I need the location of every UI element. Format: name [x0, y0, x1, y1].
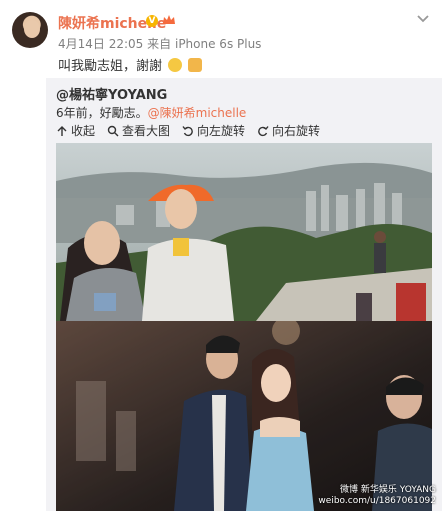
rotate-left-label: 向左旋转 [197, 124, 246, 138]
couple-photo[interactable] [56, 321, 432, 511]
image-actions: 收起 查看大图 向左旋转 向右旋转 [56, 122, 320, 139]
collapse-icon [57, 125, 67, 136]
repost-text: 6年前，好勵志。@陳妍希michelle [56, 104, 246, 121]
post-text-body: 叫我勵志姐，謝謝 [58, 59, 163, 74]
view-large-button[interactable]: 查看大图 [107, 122, 170, 139]
post-source: iPhone 6s Plus [174, 37, 262, 51]
magnifier-icon [107, 125, 119, 136]
repost-author[interactable]: @楊祐寧YOYANG [56, 84, 167, 103]
chevron-down-icon[interactable] [416, 14, 430, 24]
repost-mention[interactable]: @陳妍希michelle [148, 106, 247, 120]
collapse-label: 收起 [71, 124, 96, 138]
weibo-post: 陳妍希michelle V 4月14日 22:05 来自 iPhone 6s P… [0, 0, 442, 511]
watermark-line1: 微博 新华娱乐 YOYANG [340, 485, 436, 495]
rotate-right-label: 向右旋转 [272, 124, 321, 138]
watermark: 微博 新华娱乐 YOYANG weibo.com/u/1867061092 [318, 485, 436, 507]
post-meta: 4月14日 22:05 来自 iPhone 6s Plus [58, 35, 261, 52]
rotate-right-button[interactable]: 向右旋转 [257, 122, 320, 139]
rotate-right-icon [258, 125, 269, 136]
repost-box: @楊祐寧YOYANG 6年前，好勵志。@陳妍希michelle 收起 查看大图 … [46, 78, 442, 511]
view-large-label: 查看大图 [122, 124, 171, 138]
repost-text-body: 6年前，好勵志。 [56, 106, 148, 120]
post-date[interactable]: 4月14日 22:05 [58, 37, 143, 51]
verified-icon: V [146, 15, 158, 27]
post-text: 叫我勵志姐，謝謝 [58, 55, 203, 74]
post-via: 来自 [147, 37, 172, 51]
crown-icon [163, 15, 175, 24]
collapse-button[interactable]: 收起 [56, 122, 95, 139]
rotate-left-icon [182, 125, 193, 136]
avatar[interactable] [12, 12, 48, 48]
rotate-left-button[interactable]: 向左旋转 [182, 122, 245, 139]
smile-emoji-icon [168, 58, 183, 72]
watermark-line2: weibo.com/u/1867061092 [318, 496, 436, 506]
hands-emoji-icon [188, 58, 203, 72]
hiking-photo[interactable] [56, 143, 432, 321]
